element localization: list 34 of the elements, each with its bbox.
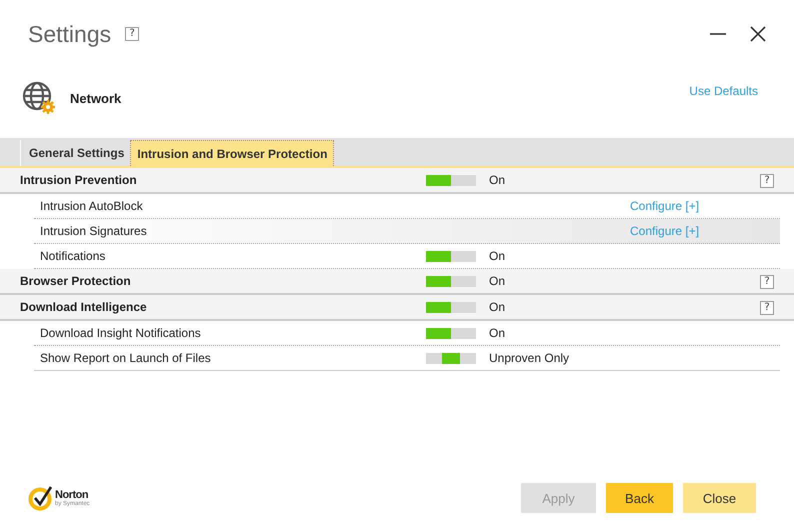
close-icon[interactable] [748,24,768,44]
highlighted-row[interactable]: Intrusion Signatures Configure [+] [34,219,780,244]
setting-value: On [489,173,506,187]
three-position-switch[interactable] [426,276,476,286]
help-button[interactable]: ? [760,301,774,315]
setting-value: On [489,249,506,263]
globe-gear-icon [22,81,56,115]
help-button[interactable]: ? [125,27,140,41]
setting-label: Download Insight Notifications [40,326,202,340]
setting-label: Show Report on Launch of Files [40,351,212,365]
tab[interactable]: Intrusion and Browser Protection [130,140,334,166]
three-position-switch[interactable] [426,302,476,312]
section-title: Network [70,90,122,106]
setting-value: On [489,326,506,340]
three-position-switch[interactable] [426,174,476,186]
three-position-switch[interactable] [426,328,476,338]
footer-button[interactable]: Close [683,483,756,513]
three-position-switch[interactable] [426,250,476,262]
setting-label: Notifications [40,249,106,263]
help-button[interactable]: ? [760,174,774,188]
setting-label: Browser Protection [20,274,132,288]
setting-label: Intrusion Prevention [20,173,138,187]
window-title: Settings [28,20,112,48]
setting-label: Intrusion AutoBlock [40,199,144,213]
logo-name: Norton [55,490,90,500]
three-position-switch[interactable] [426,352,476,364]
checkmark-logo-icon [28,485,54,511]
setting-label: Intrusion Signatures [40,224,148,238]
setting-value: Unproven Only [489,351,570,365]
setting-value: On [489,274,506,288]
setting-label: Download Intelligence [20,300,148,314]
help-button[interactable]: ? [760,275,774,289]
setting-value: On [489,300,506,314]
footer-button[interactable]: Back [606,483,673,513]
